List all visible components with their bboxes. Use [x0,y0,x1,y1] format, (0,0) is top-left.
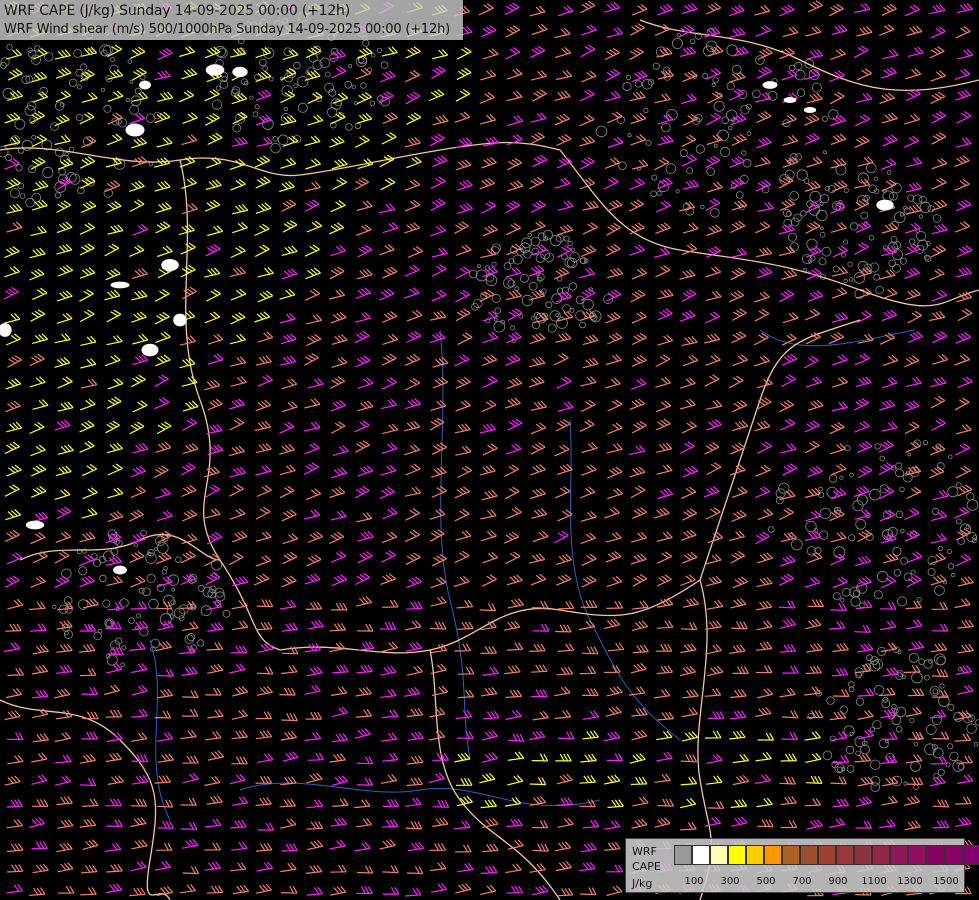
legend-swatch [908,845,926,865]
legend-swatch [674,845,692,865]
legend-swatch [764,845,782,865]
snow-patch [139,80,151,90]
legend-swatch [818,845,836,865]
snow-patch [113,565,127,575]
wind-shear-map [0,0,979,900]
wind-shear-title: WRF Wind shear (m/s) 500/1000hPa Sunday … [4,22,450,37]
legend-tick-label: 700 [792,876,812,887]
legend-tick-label: 1500 [933,876,959,887]
snow-patch [205,64,225,76]
legend-tick-label: 300 [720,876,740,887]
cape-title: WRF CAPE (J/kg) Sunday 14-09-2025 00:00 … [4,3,350,19]
legend-swatch [728,845,746,865]
legend-tick-labels: 100 300 500 700 900 1100 1300 1500 [674,876,964,890]
legend-color-scale [674,845,979,867]
snow-patch [141,343,159,357]
snow-patch [125,123,145,137]
legend-swatch [872,845,890,865]
legend-swatch [746,845,764,865]
cape-legend: WRF CAPE J/kg 100 300 500 700 900 1100 1300 150… [625,838,979,893]
snow-patch [25,520,45,530]
legend-swatch [926,845,944,865]
legend-swatch [854,845,872,865]
snow-patch [783,97,797,103]
legend-swatch [962,845,979,865]
snow-patch [110,281,130,289]
snow-patch [803,107,817,113]
snow-patch [232,66,248,78]
legend-swatch [944,845,962,865]
legend-swatch [836,845,854,865]
legend-title-field: CAPE [632,860,661,873]
legend-swatch [800,845,818,865]
snow-patch [762,81,778,89]
legend-tick-label: 1100 [861,876,887,887]
snow-patch [161,259,179,271]
legend-tick-label: 900 [828,876,848,887]
legend-tick-label: 1300 [897,876,923,887]
legend-swatch [890,845,908,865]
map-title-box: WRF CAPE (J/kg) Sunday 14-09-2025 00:00 … [0,0,463,40]
legend-title-model: WRF [632,845,657,858]
legend-swatch [710,845,728,865]
legend-tick-label: 100 [684,876,704,887]
snow-patch [876,199,894,211]
legend-swatch [692,845,710,865]
legend-tick-label: 500 [756,876,776,887]
legend-units: J/kg [632,877,653,890]
legend-swatch [782,845,800,865]
snow-patch [173,313,187,327]
